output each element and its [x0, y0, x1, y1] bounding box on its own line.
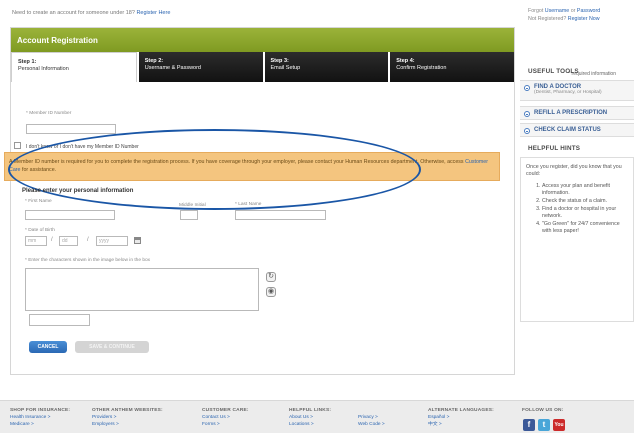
- list-item: Find a doctor or hospital in your networ…: [542, 206, 628, 220]
- list-item: "Go Green" for 24/7 convenience with les…: [542, 221, 628, 235]
- refresh-captcha-icon[interactable]: ↻: [266, 272, 276, 282]
- dob-year-input[interactable]: yyyy: [96, 236, 128, 246]
- dont-know-member-id-checkbox[interactable]: [14, 142, 21, 149]
- useful-tools-title: USEFUL TOOLS: [528, 68, 579, 75]
- registration-steps: Step 1: Personal Information Step 2: Use…: [11, 52, 514, 82]
- hints-list: Access your plan and benefit information…: [542, 183, 628, 235]
- step-personal-information[interactable]: Step 1: Personal Information: [11, 52, 137, 82]
- dont-know-member-id-label: I don't know or I don't have my Member I…: [26, 144, 139, 150]
- forgot-username-link[interactable]: Username: [545, 8, 569, 14]
- save-continue-button[interactable]: SAVE & CONTINUE: [75, 341, 149, 353]
- helpful-hints-title: HELPFUL HINTS: [528, 145, 581, 152]
- list-item: Access your plan and benefit information…: [542, 183, 628, 197]
- footer-customer-care: CUSTOMER CARE: Contact Us > Forms >: [202, 408, 249, 428]
- register-here-link[interactable]: Register Here: [136, 10, 170, 16]
- first-name-label: * First Name: [25, 199, 52, 204]
- footer-link[interactable]: Employers >: [92, 421, 163, 428]
- circle-arrow-icon: [524, 111, 530, 117]
- member-id-alert: A Member ID number is required for you t…: [4, 152, 500, 181]
- forgot-password-link[interactable]: Password: [577, 8, 600, 14]
- find-a-doctor-link[interactable]: FIND A DOCTOR (Dentist, Pharmacy, or Hos…: [520, 80, 634, 101]
- check-claim-status-link[interactable]: CHECK CLAIM STATUS: [520, 123, 634, 137]
- circle-arrow-icon: [524, 85, 530, 91]
- account-registration-header: Account Registration: [11, 28, 514, 52]
- footer-link[interactable]: 中文 >: [428, 421, 494, 428]
- footer-link[interactable]: Medicare >: [10, 421, 70, 428]
- footer-link[interactable]: Privacy >: [358, 414, 385, 421]
- member-id-input[interactable]: [26, 124, 116, 134]
- footer-link[interactable]: Locations >: [289, 421, 331, 428]
- footer-shop-insurance: SHOP FOR INSURANCE: Health Insurance > M…: [10, 408, 71, 428]
- dob-separator: /: [51, 237, 53, 243]
- dob-label: * Date of Birth: [25, 228, 55, 233]
- cancel-button[interactable]: CANCEL: [29, 341, 67, 353]
- footer-link[interactable]: Providers >: [92, 414, 163, 421]
- list-item: Check the status of a claim.: [542, 198, 628, 205]
- captcha-image: [25, 268, 259, 311]
- footer-other-websites: OTHER ANTHEM WEBSITES: Providers > Emplo…: [92, 408, 163, 428]
- audio-captcha-icon[interactable]: ◉: [266, 287, 276, 297]
- dob-month-input[interactable]: mm: [25, 236, 47, 246]
- footer-link[interactable]: Forms >: [202, 421, 249, 428]
- footer-helpful-links: HELPFUL LINKS: About Us > Locations >: [289, 408, 332, 428]
- middle-initial-label: Middle Initial: [179, 203, 206, 208]
- middle-initial-input[interactable]: [180, 210, 198, 220]
- last-name-input[interactable]: [235, 210, 326, 220]
- step-username-password[interactable]: Step 2: Username & Password: [138, 52, 263, 82]
- captcha-label: * Enter the characters shown in the imag…: [25, 258, 151, 263]
- facebook-icon[interactable]: f: [523, 419, 535, 431]
- captcha-input[interactable]: [29, 314, 90, 326]
- member-id-label: * Member ID Number: [26, 111, 72, 116]
- footer-misc-links: Privacy > Web Code >: [358, 414, 385, 428]
- footer-link[interactable]: Health Insurance >: [10, 414, 70, 421]
- footer-link[interactable]: Contact Us >: [202, 414, 249, 421]
- hints-intro: Once you register, did you know that you…: [526, 164, 622, 177]
- footer-follow-us: FOLLOW US ON:: [522, 408, 564, 413]
- twitter-icon[interactable]: t: [538, 419, 550, 431]
- last-name-label: * Last Name: [235, 202, 262, 207]
- refill-prescription-link[interactable]: REFILL A PRESCRIPTION: [520, 106, 634, 120]
- youtube-icon[interactable]: You: [553, 419, 565, 431]
- calendar-icon[interactable]: [134, 237, 141, 244]
- footer-link[interactable]: Español >: [428, 414, 494, 421]
- under-18-note: Need to create an account for someone un…: [12, 10, 171, 16]
- first-name-input[interactable]: [25, 210, 115, 220]
- login-help: Forgot Username or Password Not Register…: [528, 8, 601, 22]
- footer-link[interactable]: About Us >: [289, 414, 331, 421]
- circle-arrow-icon: [524, 128, 530, 134]
- step-confirm-registration[interactable]: Step 4: Confirm Registration: [390, 52, 514, 82]
- dob-separator: /: [87, 237, 89, 243]
- personal-info-title: Please enter your personal information: [22, 188, 134, 194]
- helpful-hints-box: Once you register, did you know that you…: [520, 157, 634, 322]
- register-now-link[interactable]: Register Now: [568, 16, 600, 22]
- step-email-setup[interactable]: Step 3: Email Setup: [264, 52, 389, 82]
- footer-link[interactable]: Web Code >: [358, 421, 385, 428]
- footer-alternate-languages: ALTERNATE LANGUAGES: Español > 中文 >: [428, 408, 494, 428]
- dob-day-input[interactable]: dd: [59, 236, 78, 246]
